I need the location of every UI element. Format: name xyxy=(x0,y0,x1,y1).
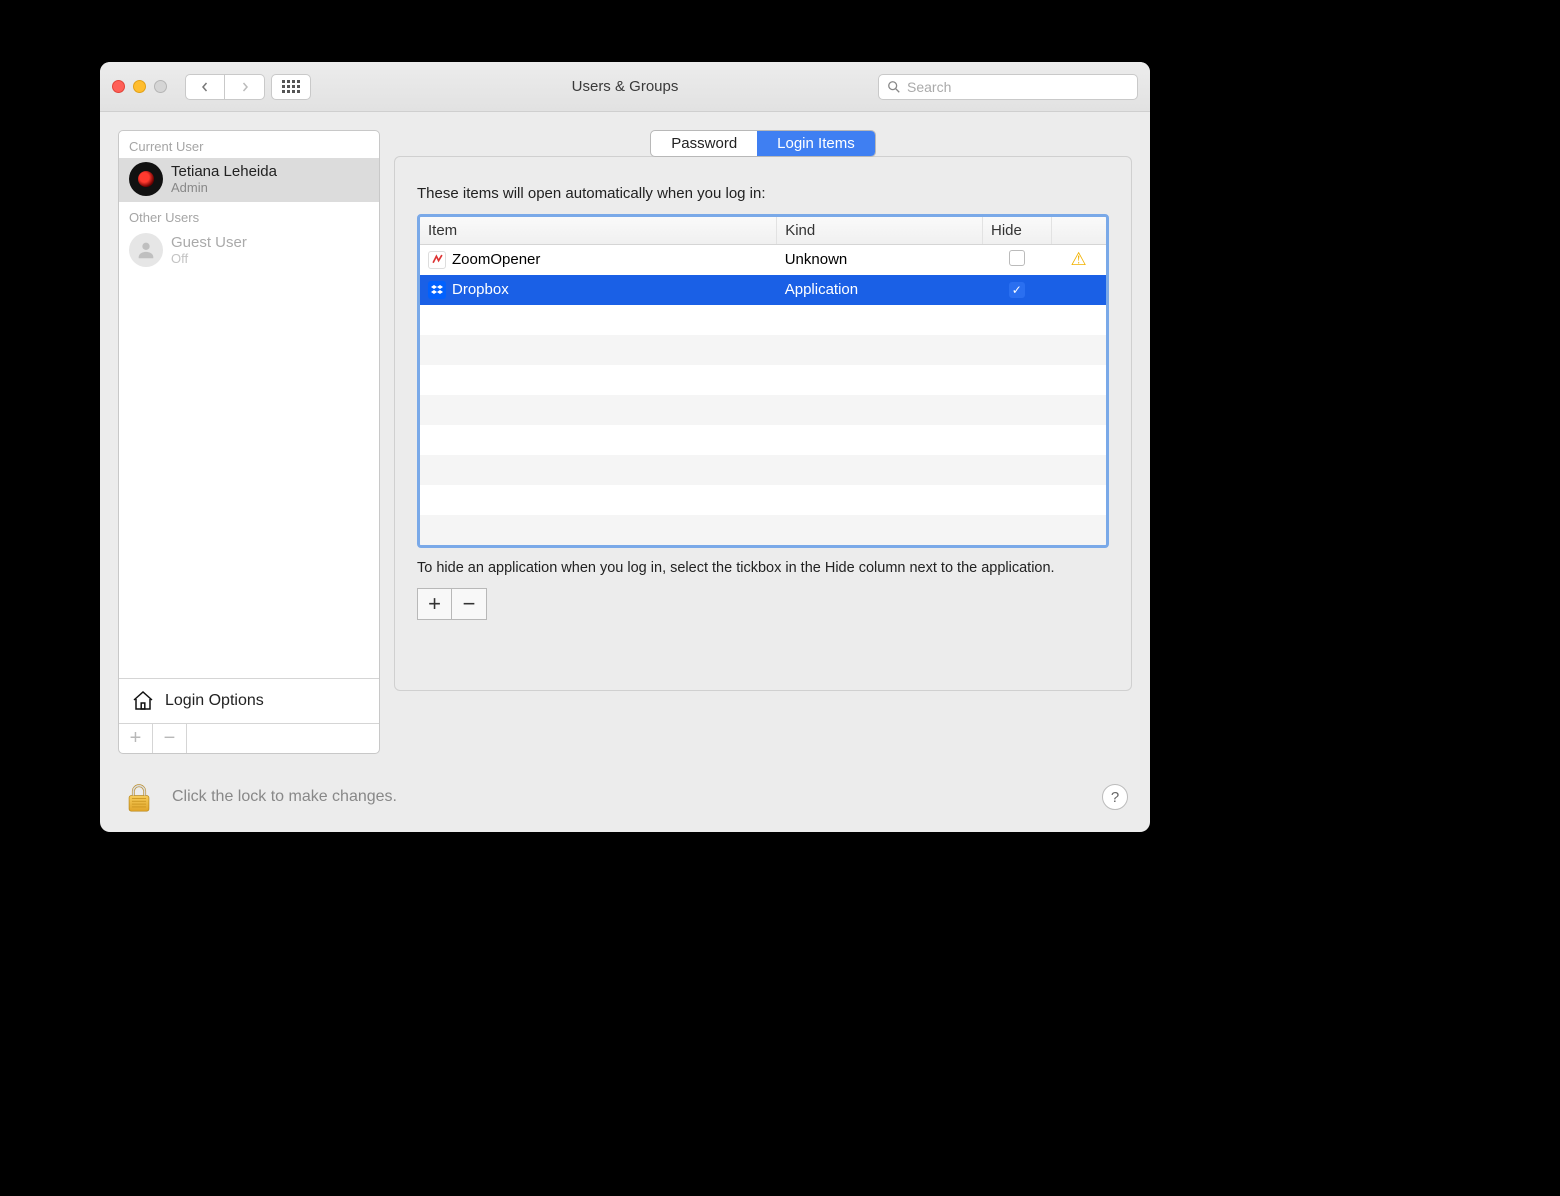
table-row xyxy=(420,455,1106,485)
minimize-window-button[interactable] xyxy=(133,80,146,93)
remove-user-button[interactable]: − xyxy=(153,724,187,753)
add-login-item-button[interactable]: + xyxy=(418,589,452,619)
item-name: ZoomOpener xyxy=(452,251,540,268)
table-row xyxy=(420,335,1106,365)
close-window-button[interactable] xyxy=(112,80,125,93)
users-sidebar: Current User Tetiana Leheida Admin Other… xyxy=(118,130,380,754)
table-row[interactable]: Dropbox Application xyxy=(420,275,1106,305)
hide-checkbox[interactable] xyxy=(1009,250,1025,266)
user-name: Tetiana Leheida xyxy=(171,163,277,180)
col-kind[interactable]: Kind xyxy=(777,217,983,245)
chevron-right-icon xyxy=(240,82,250,92)
footer: Click the lock to make changes. ? xyxy=(100,772,1150,832)
show-all-button[interactable] xyxy=(271,74,311,100)
lock-icon[interactable] xyxy=(122,780,156,814)
table-row[interactable]: ZoomOpener Unknown ⚠ xyxy=(420,245,1106,275)
chevron-left-icon xyxy=(200,82,210,92)
col-warn xyxy=(1051,217,1106,245)
sidebar-user-guest[interactable]: Guest User Off xyxy=(119,229,379,273)
col-hide[interactable]: Hide xyxy=(983,217,1052,245)
login-items-panel: These items will open automatically when… xyxy=(394,156,1132,691)
forward-button[interactable] xyxy=(225,74,265,100)
hint-text: To hide an application when you log in, … xyxy=(417,558,1109,578)
tabs: Password Login Items xyxy=(394,130,1132,157)
sidebar-add-remove: + − xyxy=(119,723,379,753)
main-panel: Password Login Items These items will op… xyxy=(394,130,1132,754)
search-icon xyxy=(887,80,901,94)
item-name: Dropbox xyxy=(452,281,509,298)
sidebar-user-current[interactable]: Tetiana Leheida Admin xyxy=(119,158,379,202)
search-field[interactable] xyxy=(878,74,1138,100)
table-row xyxy=(420,305,1106,335)
dropbox-icon xyxy=(428,281,446,299)
user-name: Guest User xyxy=(171,234,247,251)
table-row xyxy=(420,515,1106,545)
zoom-icon xyxy=(428,251,446,269)
avatar xyxy=(129,233,163,267)
sidebar-extra-cell xyxy=(187,724,379,753)
back-button[interactable] xyxy=(185,74,225,100)
body: Current User Tetiana Leheida Admin Other… xyxy=(100,112,1150,772)
current-user-label: Current User xyxy=(119,131,379,158)
person-icon xyxy=(135,239,157,261)
table-row xyxy=(420,485,1106,515)
help-button[interactable]: ? xyxy=(1102,784,1128,810)
avatar xyxy=(129,162,163,196)
add-user-button[interactable]: + xyxy=(119,724,153,753)
hide-checkbox[interactable] xyxy=(1009,282,1025,298)
login-options-button[interactable]: Login Options xyxy=(119,678,379,723)
preferences-window: Users & Groups Current User Tetiana Lehe… xyxy=(100,62,1150,832)
tab-login-items[interactable]: Login Items xyxy=(757,131,875,156)
home-icon xyxy=(131,689,155,713)
item-kind: Application xyxy=(777,275,983,305)
zoom-window-button[interactable] xyxy=(154,80,167,93)
user-status: Off xyxy=(171,251,247,266)
lock-text: Click the lock to make changes. xyxy=(172,788,397,806)
other-users-label: Other Users xyxy=(119,202,379,229)
item-kind: Unknown xyxy=(777,245,983,275)
login-items-table[interactable]: Item Kind Hide xyxy=(417,214,1109,548)
login-items-add-remove: + − xyxy=(417,588,487,620)
nav-buttons xyxy=(185,74,265,100)
search-input[interactable] xyxy=(907,79,1129,95)
traffic-lights xyxy=(112,80,167,93)
login-options-label: Login Options xyxy=(165,692,264,710)
remove-login-item-button[interactable]: − xyxy=(452,589,486,619)
table-row xyxy=(420,395,1106,425)
table-row xyxy=(420,365,1106,395)
grid-icon xyxy=(282,80,300,93)
warning-icon: ⚠ xyxy=(1070,249,1086,269)
titlebar: Users & Groups xyxy=(100,62,1150,112)
user-role: Admin xyxy=(171,180,277,195)
table-row xyxy=(420,425,1106,455)
tab-password[interactable]: Password xyxy=(651,131,757,156)
panel-heading: These items will open automatically when… xyxy=(417,185,1109,202)
col-item[interactable]: Item xyxy=(420,217,777,245)
